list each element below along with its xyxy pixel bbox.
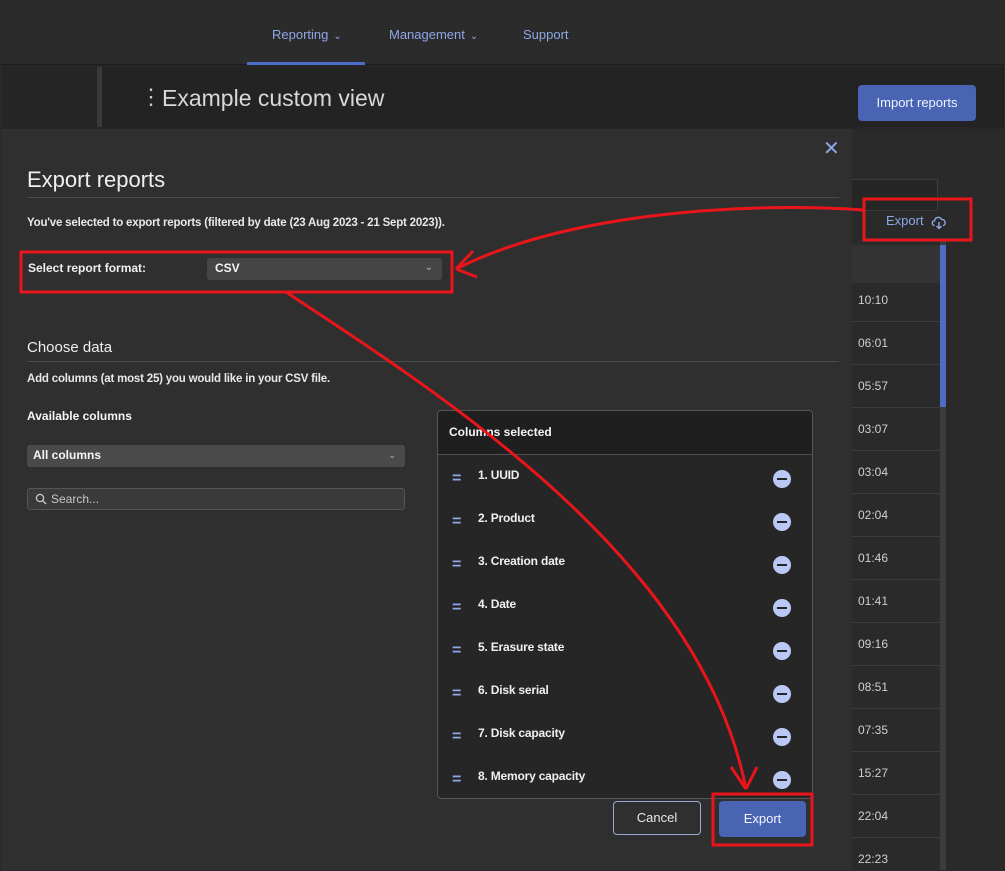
drag-handle-icon[interactable]: = <box>452 771 461 789</box>
remove-column-icon[interactable] <box>773 685 791 703</box>
columns-filter-value: All columns <box>33 448 102 462</box>
cloud-download-icon <box>931 216 947 230</box>
chevron-down-icon: ⌄ <box>424 262 433 273</box>
drag-handle-icon[interactable]: = <box>452 599 461 617</box>
selected-column-row[interactable]: = 7. Disk capacity <box>438 714 812 757</box>
selected-column-row[interactable]: = 5. Erasure state <box>438 628 812 671</box>
table-cell-time: 02:04 <box>852 494 942 537</box>
columns-filter-select[interactable]: All columns ⌄ <box>27 445 405 467</box>
available-columns-label: Available columns <box>27 409 132 423</box>
table-cell-time: 03:07 <box>852 408 942 451</box>
table-cell-time: 15:27 <box>852 752 942 795</box>
selected-column-row[interactable]: = 6. Disk serial <box>438 671 812 714</box>
remove-column-icon[interactable] <box>773 599 791 617</box>
export-link-label: Export <box>886 213 924 228</box>
export-button[interactable]: Export <box>719 801 806 837</box>
remove-column-icon[interactable] <box>773 556 791 574</box>
cancel-button[interactable]: Cancel <box>613 801 701 835</box>
nav-active-indicator <box>247 62 365 65</box>
nav-reporting[interactable]: Reporting ⌄ <box>272 27 342 42</box>
view-title: Example custom view <box>162 85 385 111</box>
selected-column-label: 5. Erasure state <box>478 640 565 654</box>
top-navigation: Reporting ⌄ Management ⌄ Support <box>1 1 1004 65</box>
nav-support-label: Support <box>523 27 569 42</box>
table-cell-time: 07:35 <box>852 709 942 752</box>
selected-columns-header: Columns selected <box>438 411 812 455</box>
chevron-down-icon: ⌄ <box>469 31 479 42</box>
selected-column-label: 3. Creation date <box>478 554 565 568</box>
report-format-value: CSV <box>215 261 240 275</box>
choose-data-heading: Choose data <box>27 339 113 356</box>
drag-handle-icon[interactable]: = <box>452 470 461 488</box>
selected-columns-title: Columns selected <box>449 425 552 439</box>
table-cell-time: 09:16 <box>852 623 942 666</box>
choose-data-description: Add columns (at most 25) you would like … <box>27 373 330 385</box>
divider <box>27 361 839 362</box>
selected-column-label: 6. Disk serial <box>478 683 549 697</box>
export-link[interactable]: Export <box>886 213 948 230</box>
selected-column-label: 4. Date <box>478 597 516 611</box>
modal-title: Export reports <box>27 167 166 192</box>
selected-column-label: 2. Product <box>478 511 535 525</box>
drag-handle-icon[interactable]: = <box>452 513 461 531</box>
selected-column-row[interactable]: = 3. Creation date <box>438 542 812 585</box>
export-filter-description: You've selected to export reports (filte… <box>27 217 445 229</box>
report-format-label: Select report format: <box>28 261 147 275</box>
column-search-input[interactable]: Search... <box>27 488 405 510</box>
remove-column-icon[interactable] <box>773 771 791 789</box>
table-scrollbar-thumb[interactable] <box>940 245 946 407</box>
table-cell-time: 05:57 <box>852 365 942 408</box>
import-reports-button[interactable]: Import reports <box>858 85 976 121</box>
close-icon[interactable]: ✕ <box>823 136 840 161</box>
selected-column-label: 7. Disk capacity <box>478 726 565 740</box>
selected-columns-panel: Columns selected = 1. UUID = 2. Product = 3. … <box>437 410 813 799</box>
kebab-menu-icon[interactable]: ⋮ <box>140 84 162 110</box>
selected-column-row[interactable]: = 8. Memory capacity <box>438 757 812 798</box>
drag-handle-icon[interactable]: = <box>452 728 461 746</box>
report-format-select[interactable]: CSV ⌄ <box>207 258 442 280</box>
table-cell-time: 10:10 <box>852 279 942 322</box>
remove-column-icon[interactable] <box>773 642 791 660</box>
selected-column-row[interactable]: = 2. Product <box>438 499 812 542</box>
chevron-down-icon: ⌄ <box>388 450 396 460</box>
nav-support[interactable]: Support <box>523 27 569 42</box>
chevron-down-icon: ⌄ <box>333 31 342 42</box>
table-cell-time: 01:46 <box>852 537 942 580</box>
nav-reporting-label: Reporting <box>272 27 329 42</box>
nav-management-label: Management <box>389 27 465 42</box>
drag-handle-icon[interactable]: = <box>452 642 461 660</box>
search-placeholder: Search... <box>51 492 100 506</box>
divider <box>27 197 839 198</box>
remove-column-icon[interactable] <box>773 470 791 488</box>
table-cell-time: 03:04 <box>852 451 942 494</box>
selected-column-row[interactable]: = 1. UUID <box>438 456 812 499</box>
nav-management[interactable]: Management ⌄ <box>389 27 478 42</box>
remove-column-icon[interactable] <box>773 513 791 531</box>
table-cell-time: 01:41 <box>852 580 942 623</box>
drag-handle-icon[interactable]: = <box>452 556 461 574</box>
remove-column-icon[interactable] <box>773 728 791 746</box>
drag-handle-icon[interactable]: = <box>452 685 461 703</box>
table-cell-time: 22:23 <box>852 838 942 870</box>
selected-column-label: 8. Memory capacity <box>478 769 586 783</box>
table-cell-time: 06:01 <box>852 322 942 365</box>
search-icon <box>35 493 47 505</box>
table-cell-time: 08:51 <box>852 666 942 709</box>
selected-column-label: 1. UUID <box>478 468 520 482</box>
table-header-cell <box>852 245 942 283</box>
table-cell-time: 22:04 <box>852 795 942 838</box>
selected-column-row[interactable]: = 4. Date <box>438 585 812 628</box>
app-window: Reporting ⌄ Management ⌄ Support ⋮ Example… <box>0 0 1005 871</box>
table-toolbar-tab <box>852 179 938 211</box>
